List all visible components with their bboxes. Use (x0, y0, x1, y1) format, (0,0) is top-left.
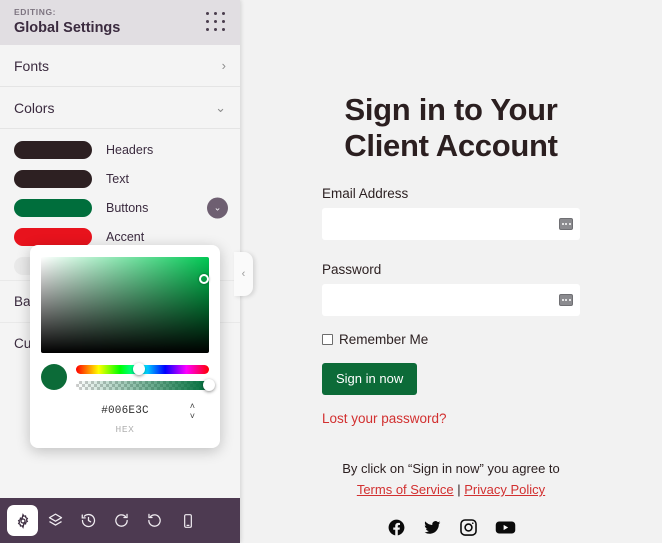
color-name-text: Text (106, 171, 129, 186)
chevron-left-icon: ‹ (241, 268, 246, 280)
section-colors-label: Colors (14, 99, 55, 116)
color-row-text[interactable]: Text (0, 164, 240, 193)
password-field-group: Password (322, 262, 580, 316)
color-preview-dot (41, 364, 67, 390)
editor-bottom-toolbar (0, 498, 240, 543)
saturation-handle[interactable] (198, 274, 209, 285)
color-swatch-text[interactable] (14, 169, 92, 188)
sign-in-button[interactable]: Sign in now (322, 363, 418, 395)
redo-icon[interactable] (139, 505, 170, 536)
drag-dots-icon[interactable] (206, 12, 227, 33)
email-field-group: Email Address (322, 186, 580, 240)
hue-slider-handle[interactable] (132, 363, 145, 375)
agreement-text: By click on “Sign in now” you agree to (342, 461, 560, 476)
color-name-accent: Accent (106, 229, 145, 244)
color-swatch-headers[interactable] (14, 140, 92, 159)
hex-input-zone: HEX ˄ ˅ (41, 402, 209, 435)
twitter-icon[interactable] (423, 518, 442, 537)
editing-kicker: EDITING: (14, 7, 57, 17)
panel-title: Global Settings (14, 20, 121, 36)
email-label: Email Address (322, 186, 409, 201)
password-label: Password (322, 262, 382, 277)
chevron-down-icon: ⌄ (215, 100, 226, 115)
saturation-value-area[interactable] (41, 257, 209, 353)
picker-sliders-zone (41, 363, 215, 391)
panel-collapse-tab[interactable]: ‹ (234, 252, 253, 296)
remember-me-checkbox[interactable] (322, 334, 333, 345)
mobile-icon[interactable] (172, 505, 203, 536)
remember-me-row[interactable]: Remember Me (322, 332, 580, 347)
password-manager-icon[interactable] (559, 218, 573, 230)
buttons-row-expand-button[interactable]: ⌄ (207, 197, 228, 218)
hue-slider[interactable] (76, 363, 209, 375)
color-swatch-buttons[interactable] (14, 198, 92, 217)
undo-icon[interactable] (106, 505, 137, 536)
layers-icon[interactable] (40, 505, 71, 536)
color-name-buttons: Buttons (106, 200, 149, 215)
instagram-icon[interactable] (459, 518, 478, 537)
agreement-text-block: By click on “Sign in now” you agree to T… (322, 458, 580, 500)
color-name-headers: Headers (106, 142, 154, 157)
panel-header: EDITING: Global Settings (0, 0, 240, 45)
gear-icon[interactable] (7, 505, 38, 536)
facebook-icon[interactable] (387, 518, 406, 537)
password-manager-icon[interactable] (559, 294, 573, 306)
color-picker-popover[interactable]: HEX ˄ ˅ (30, 245, 220, 448)
privacy-policy-link[interactable]: Privacy Policy (464, 482, 545, 497)
color-swatch-accent[interactable] (14, 227, 92, 246)
page-title: Sign in to Your Client Account (344, 92, 558, 163)
section-colors[interactable]: Colors ⌄ (0, 87, 240, 129)
lost-password-link[interactable]: Lost your password? (322, 411, 580, 426)
section-fonts[interactable]: Fonts › (0, 45, 240, 87)
terms-of-service-link[interactable]: Terms of Service (357, 482, 454, 497)
global-settings-panel: EDITING: Global Settings Fonts › Colors … (0, 0, 240, 543)
section-fonts-label: Fonts (14, 57, 50, 74)
youtube-icon[interactable] (495, 518, 516, 537)
remember-me-label: Remember Me (339, 332, 429, 347)
stepper-down-icon[interactable]: ˅ (190, 412, 195, 421)
color-row-headers[interactable]: Headers (0, 135, 240, 164)
color-row-buttons[interactable]: Buttons ⌄ (0, 193, 240, 222)
hex-caption: HEX (115, 424, 135, 435)
hex-format-stepper[interactable]: ˄ ˅ (190, 402, 195, 421)
chevron-right-icon: › (221, 58, 226, 73)
alpha-slider[interactable] (76, 379, 215, 391)
stepper-up-icon[interactable]: ˄ (190, 402, 195, 411)
history-icon[interactable] (73, 505, 104, 536)
panel-body: Fonts › Colors ⌄ Headers Text Buttons ⌄ (0, 45, 240, 500)
social-links-row (322, 518, 580, 537)
email-input[interactable] (322, 208, 580, 240)
alpha-slider-handle[interactable] (203, 379, 215, 391)
chevron-down-icon: ⌄ (213, 202, 222, 212)
link-separator: | (457, 482, 461, 497)
password-input[interactable] (322, 284, 580, 316)
hex-input[interactable] (65, 404, 185, 418)
